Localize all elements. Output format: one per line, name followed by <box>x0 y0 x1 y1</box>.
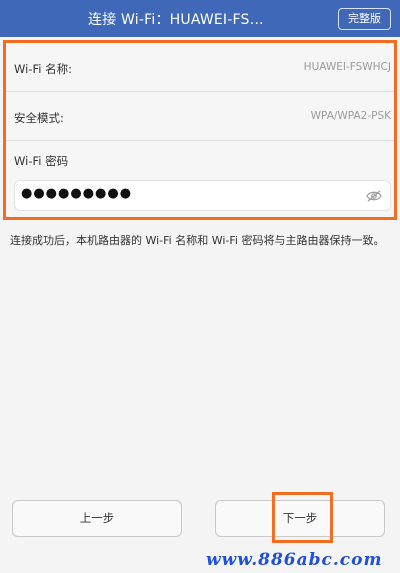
full-version-button[interactable]: 完整版 <box>338 8 391 30</box>
security-mode-label: 安全模式: <box>14 111 64 125</box>
watermark: www.886abc.com <box>206 550 383 570</box>
sync-note: 连接成功后，本机路由器的 Wi-Fi 名称和 Wi-Fi 密码将与主路由器保持一… <box>10 234 385 247</box>
eye-icon[interactable] <box>366 190 382 202</box>
security-mode-value: WPA/WPA2-PSK <box>310 110 391 122</box>
wifi-password-value: ●●●●●●●●● <box>21 186 133 201</box>
wifi-name-row: Wi-Fi 名称: HUAWEI-FSWHCJ <box>6 43 394 92</box>
next-step-highlight <box>272 492 333 543</box>
wifi-password-label: Wi-Fi 密码 <box>14 154 69 168</box>
wifi-password-field[interactable]: ●●●●●●●●● <box>14 180 391 211</box>
previous-step-button[interactable]: 上一步 <box>12 500 182 537</box>
wifi-name-value: HUAWEI-FSWHCJ <box>303 61 391 73</box>
top-bar: 连接 Wi-Fi：HUAWEI-FS… 完整版 <box>0 0 400 37</box>
page-title: 连接 Wi-Fi：HUAWEI-FS… <box>88 12 264 28</box>
wifi-name-label: Wi-Fi 名称: <box>14 62 72 76</box>
security-mode-row: 安全模式: WPA/WPA2-PSK <box>6 92 394 141</box>
wifi-settings-highlight: Wi-Fi 名称: HUAWEI-FSWHCJ 安全模式: WPA/WPA2-P… <box>3 40 397 220</box>
